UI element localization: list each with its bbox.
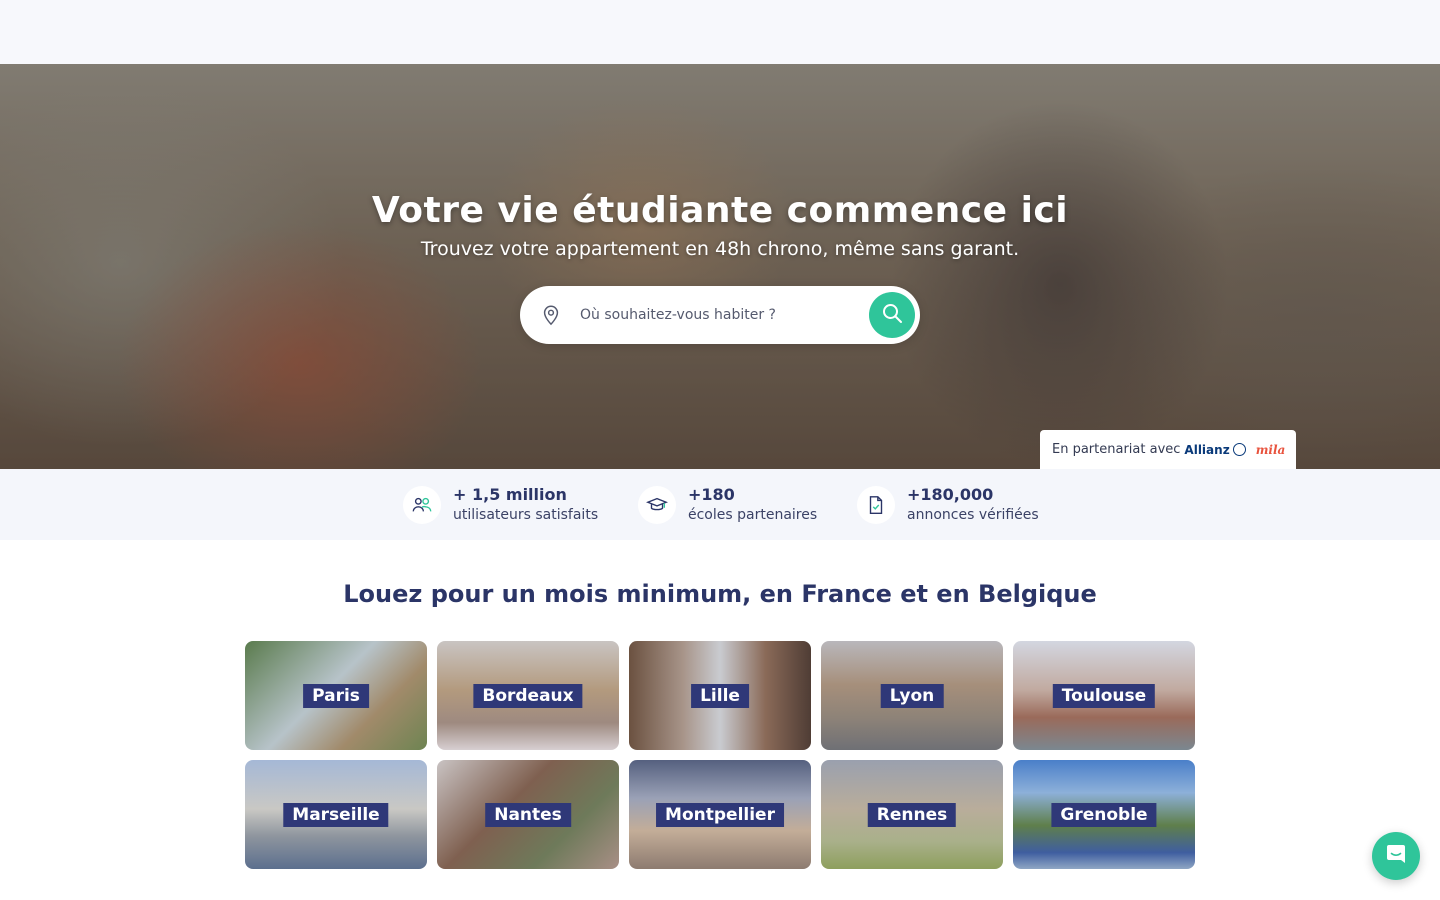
city-card-lille[interactable]: Lille — [629, 641, 811, 750]
city-card-rennes[interactable]: Rennes — [821, 760, 1003, 869]
hero-title: Votre vie étudiante commence ici — [371, 190, 1069, 231]
city-card-nantes[interactable]: Nantes — [437, 760, 619, 869]
chat-icon — [1384, 842, 1408, 870]
hero-subtitle: Trouvez votre appartement en 48h chrono,… — [420, 238, 1020, 260]
city-label: Rennes — [867, 802, 957, 827]
stat-value: +180,000 — [907, 485, 994, 504]
city-card-lyon[interactable]: Lyon — [821, 641, 1003, 750]
city-label: Toulouse — [1052, 683, 1156, 708]
city-label: Paris — [303, 683, 369, 708]
users-icon — [403, 486, 441, 524]
city-label: Lyon — [880, 683, 944, 708]
stat-users: + 1,5 million utilisateurs satisfaits — [403, 485, 598, 525]
stats-bar: + 1,5 million utilisateurs satisfaits +1… — [0, 469, 1440, 540]
stat-label: utilisateurs satisfaits — [453, 507, 599, 523]
hero-photo-overlay — [0, 64, 1440, 469]
stat-listings: +180,000 annonces vérifiées — [857, 485, 1039, 525]
city-card-paris[interactable]: Paris — [245, 641, 427, 750]
verified-document-icon — [857, 486, 895, 524]
city-label: Bordeaux — [473, 683, 583, 708]
city-card-montpellier[interactable]: Montpellier — [629, 760, 811, 869]
stat-schools: +180 écoles partenaires — [638, 485, 817, 525]
search-input[interactable] — [580, 300, 850, 330]
stat-value: +180 — [688, 485, 735, 504]
partnership-badge: En partenariat avec Allianz mila — [1040, 430, 1296, 469]
city-card-toulouse[interactable]: Toulouse — [1013, 641, 1195, 750]
allianz-mark-icon — [1232, 443, 1246, 456]
search-icon — [880, 301, 904, 329]
search-bar — [520, 286, 920, 344]
section-title: Louez pour un mois minimum, en France et… — [343, 580, 1097, 608]
stat-value: + 1,5 million — [453, 485, 567, 504]
city-card-marseille[interactable]: Marseille — [245, 760, 427, 869]
city-card-grenoble[interactable]: Grenoble — [1013, 760, 1195, 869]
mila-logo: mila — [1255, 442, 1286, 457]
city-label: Montpellier — [656, 802, 784, 827]
city-label: Nantes — [485, 802, 571, 827]
city-label: Marseille — [283, 802, 389, 827]
search-button[interactable] — [869, 292, 915, 338]
allianz-logo: Allianz — [1184, 442, 1230, 457]
stat-label: écoles partenaires — [688, 507, 818, 523]
location-pin-icon — [540, 304, 562, 326]
hero-banner: Votre vie étudiante commence ici Trouvez… — [0, 64, 1440, 469]
stat-label: annonces vérifiées — [907, 507, 1039, 523]
partnership-label: En partenariat avec — [1052, 442, 1181, 457]
graduation-cap-icon — [638, 486, 676, 524]
city-label: Grenoble — [1051, 802, 1157, 827]
top-navigation-bar — [0, 0, 1440, 64]
chat-launcher-button[interactable] — [1372, 832, 1420, 880]
city-label: Lille — [691, 683, 749, 708]
city-card-bordeaux[interactable]: Bordeaux — [437, 641, 619, 750]
